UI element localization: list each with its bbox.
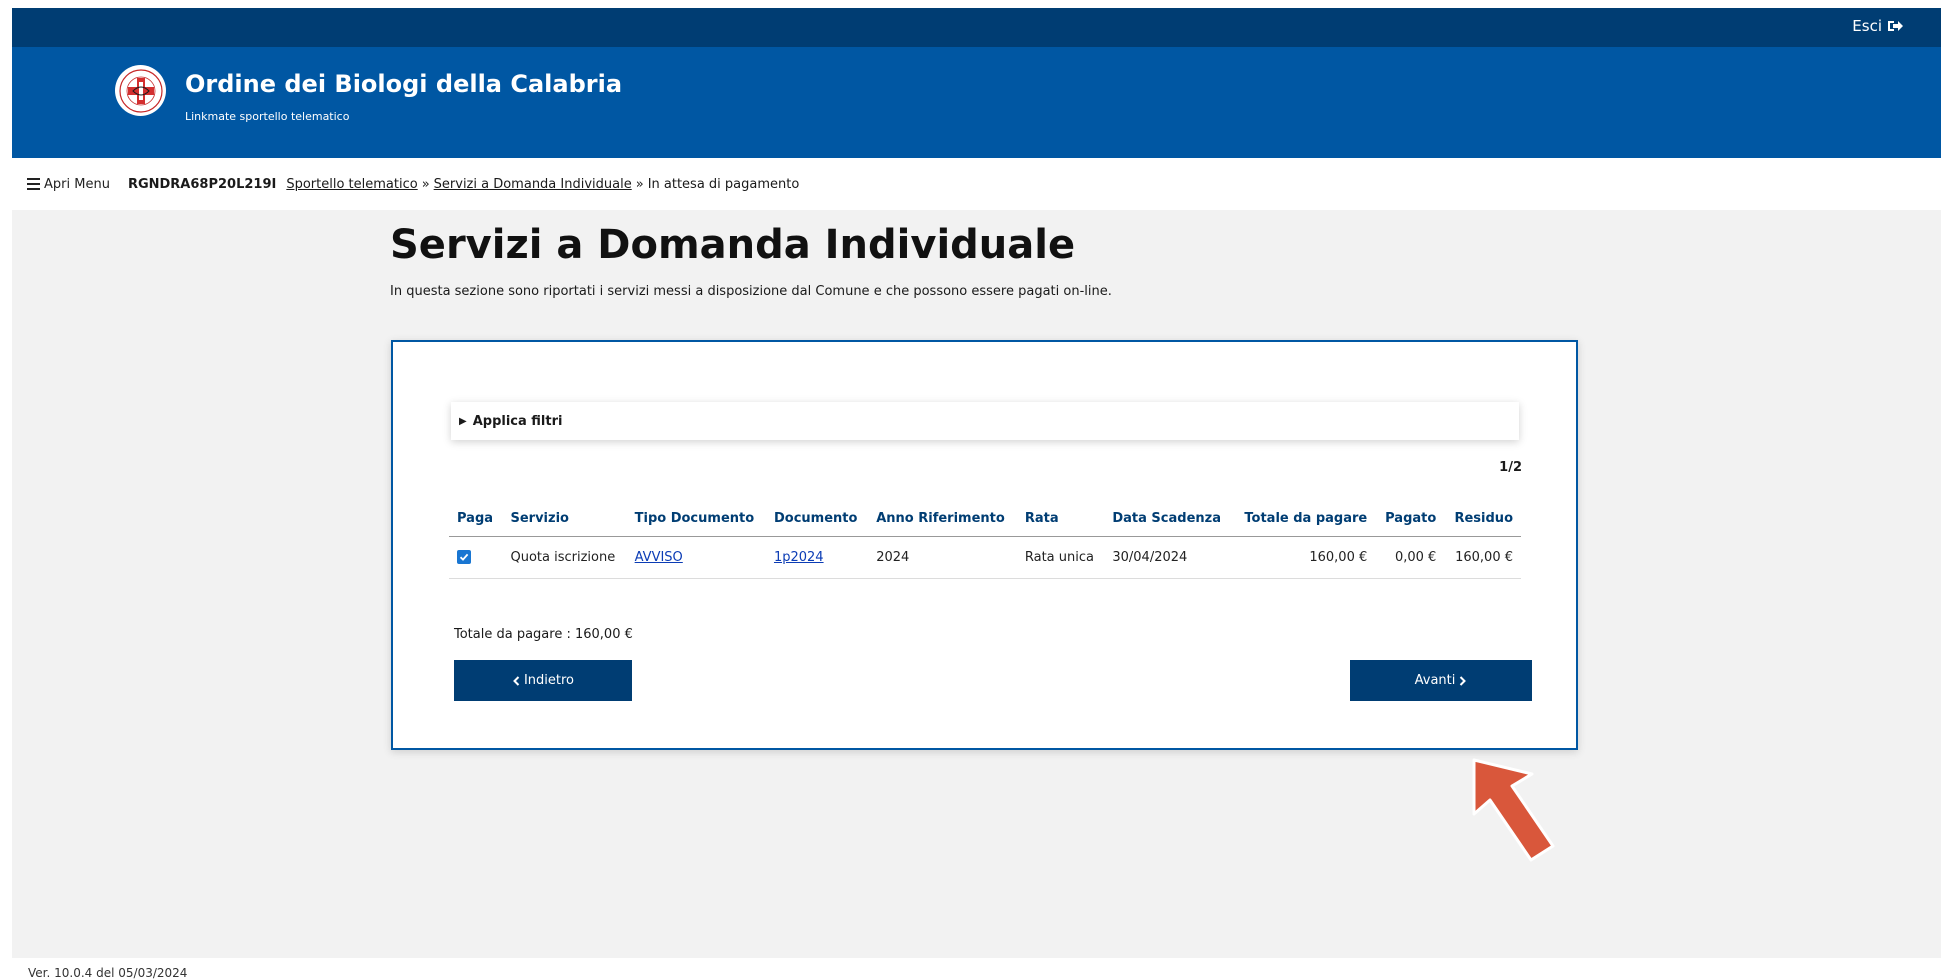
back-label: Indietro (523, 673, 575, 688)
next-label: Avanti (1414, 673, 1456, 688)
total-due-cell: 160,00 € (1232, 536, 1376, 579)
total-to-pay: Totale da pagare : 160,00 € (454, 627, 633, 642)
column-header: Data Scadenza (1104, 500, 1233, 537)
open-menu-button[interactable]: Apri Menu (27, 177, 110, 192)
column-header: Pagato (1375, 500, 1445, 537)
version-label: Ver. 10.0.4 del 05/03/2024 (28, 966, 188, 980)
column-header: Totale da pagare (1232, 500, 1376, 537)
breadcrumb-separator: » (635, 176, 644, 192)
open-menu-label: Apri Menu (44, 176, 110, 192)
site-title: Ordine dei Biologi della Calabria (185, 70, 623, 98)
due-date-cell: 30/04/2024 (1104, 536, 1233, 579)
page-description: In questa sezione sono riportati i servi… (390, 284, 1112, 299)
sign-out-icon (1888, 21, 1903, 31)
reference-year-cell: 2024 (868, 536, 1017, 579)
services-card: ▶ Applica filtri 1/2 Paga Servizio Tipo … (391, 340, 1578, 750)
service-cell: Quota iscrizione (502, 536, 627, 579)
logout-button[interactable]: Esci (1852, 17, 1903, 35)
site-header: Ordine dei Biologi della Calabria Linkma… (12, 47, 1941, 158)
column-header: Residuo (1444, 500, 1521, 537)
pay-cell (449, 536, 503, 579)
next-button[interactable]: Avanti (1350, 660, 1532, 701)
document-link[interactable]: 1p2024 (774, 550, 824, 565)
paid-cell: 0,00 € (1375, 536, 1445, 579)
document-type-link[interactable]: AVVISO (635, 550, 683, 565)
pagination-indicator: 1/2 (1499, 460, 1522, 475)
column-header: Documento (765, 500, 869, 537)
apply-filters-label: Applica filtri (472, 413, 563, 429)
triangle-right-icon: ▶ (459, 415, 467, 427)
page: Esci Ordine dei Biologi della Calabria L… (0, 0, 1941, 980)
installment-cell: Rata unica (1016, 536, 1105, 579)
services-table: Paga Servizio Tipo Documento Documento A… (449, 500, 1521, 579)
column-header: Rata (1016, 500, 1105, 537)
breadcrumb-bar: Apri Menu RGNDRA68P20L219I Sportello tel… (12, 158, 1941, 210)
document-type-cell: AVVISO (626, 536, 766, 579)
table-row: Quota iscrizione AVVISO 1p2024 2024 Rata… (449, 536, 1521, 579)
apply-filters-toggle[interactable]: ▶ Applica filtri (451, 402, 1519, 440)
chevron-left-icon (513, 675, 520, 686)
user-code: RGNDRA68P20L219I (127, 176, 277, 192)
breadcrumb-separator: » (421, 176, 430, 192)
column-header: Servizio (502, 500, 627, 537)
hamburger-icon (27, 178, 40, 190)
top-bar: Esci (12, 8, 1941, 47)
breadcrumb-sportello-link[interactable]: Sportello telematico (286, 177, 417, 192)
site-subtitle: Linkmate sportello telematico (185, 110, 350, 123)
column-header: Paga (449, 500, 503, 537)
column-header: Anno Riferimento (868, 500, 1017, 537)
seal-icon[interactable] (115, 65, 166, 116)
column-header: Tipo Documento (626, 500, 766, 537)
breadcrumb-current: In attesa di pagamento (647, 176, 800, 192)
annotation-arrow-icon (1472, 758, 1555, 862)
page-title: Servizi a Domanda Individuale (390, 222, 1076, 268)
chevron-right-icon (1460, 675, 1467, 686)
table-header-row: Paga Servizio Tipo Documento Documento A… (449, 500, 1521, 537)
breadcrumb-servizi-link[interactable]: Servizi a Domanda Individuale (434, 177, 632, 192)
pay-checkbox[interactable] (457, 549, 471, 564)
logout-label: Esci (1852, 17, 1882, 35)
back-button[interactable]: Indietro (454, 660, 632, 701)
residual-cell: 160,00 € (1444, 536, 1521, 579)
checkmark-icon (459, 553, 469, 561)
footer: Ver. 10.0.4 del 05/03/2024 (0, 958, 1941, 980)
document-cell: 1p2024 (765, 536, 869, 579)
